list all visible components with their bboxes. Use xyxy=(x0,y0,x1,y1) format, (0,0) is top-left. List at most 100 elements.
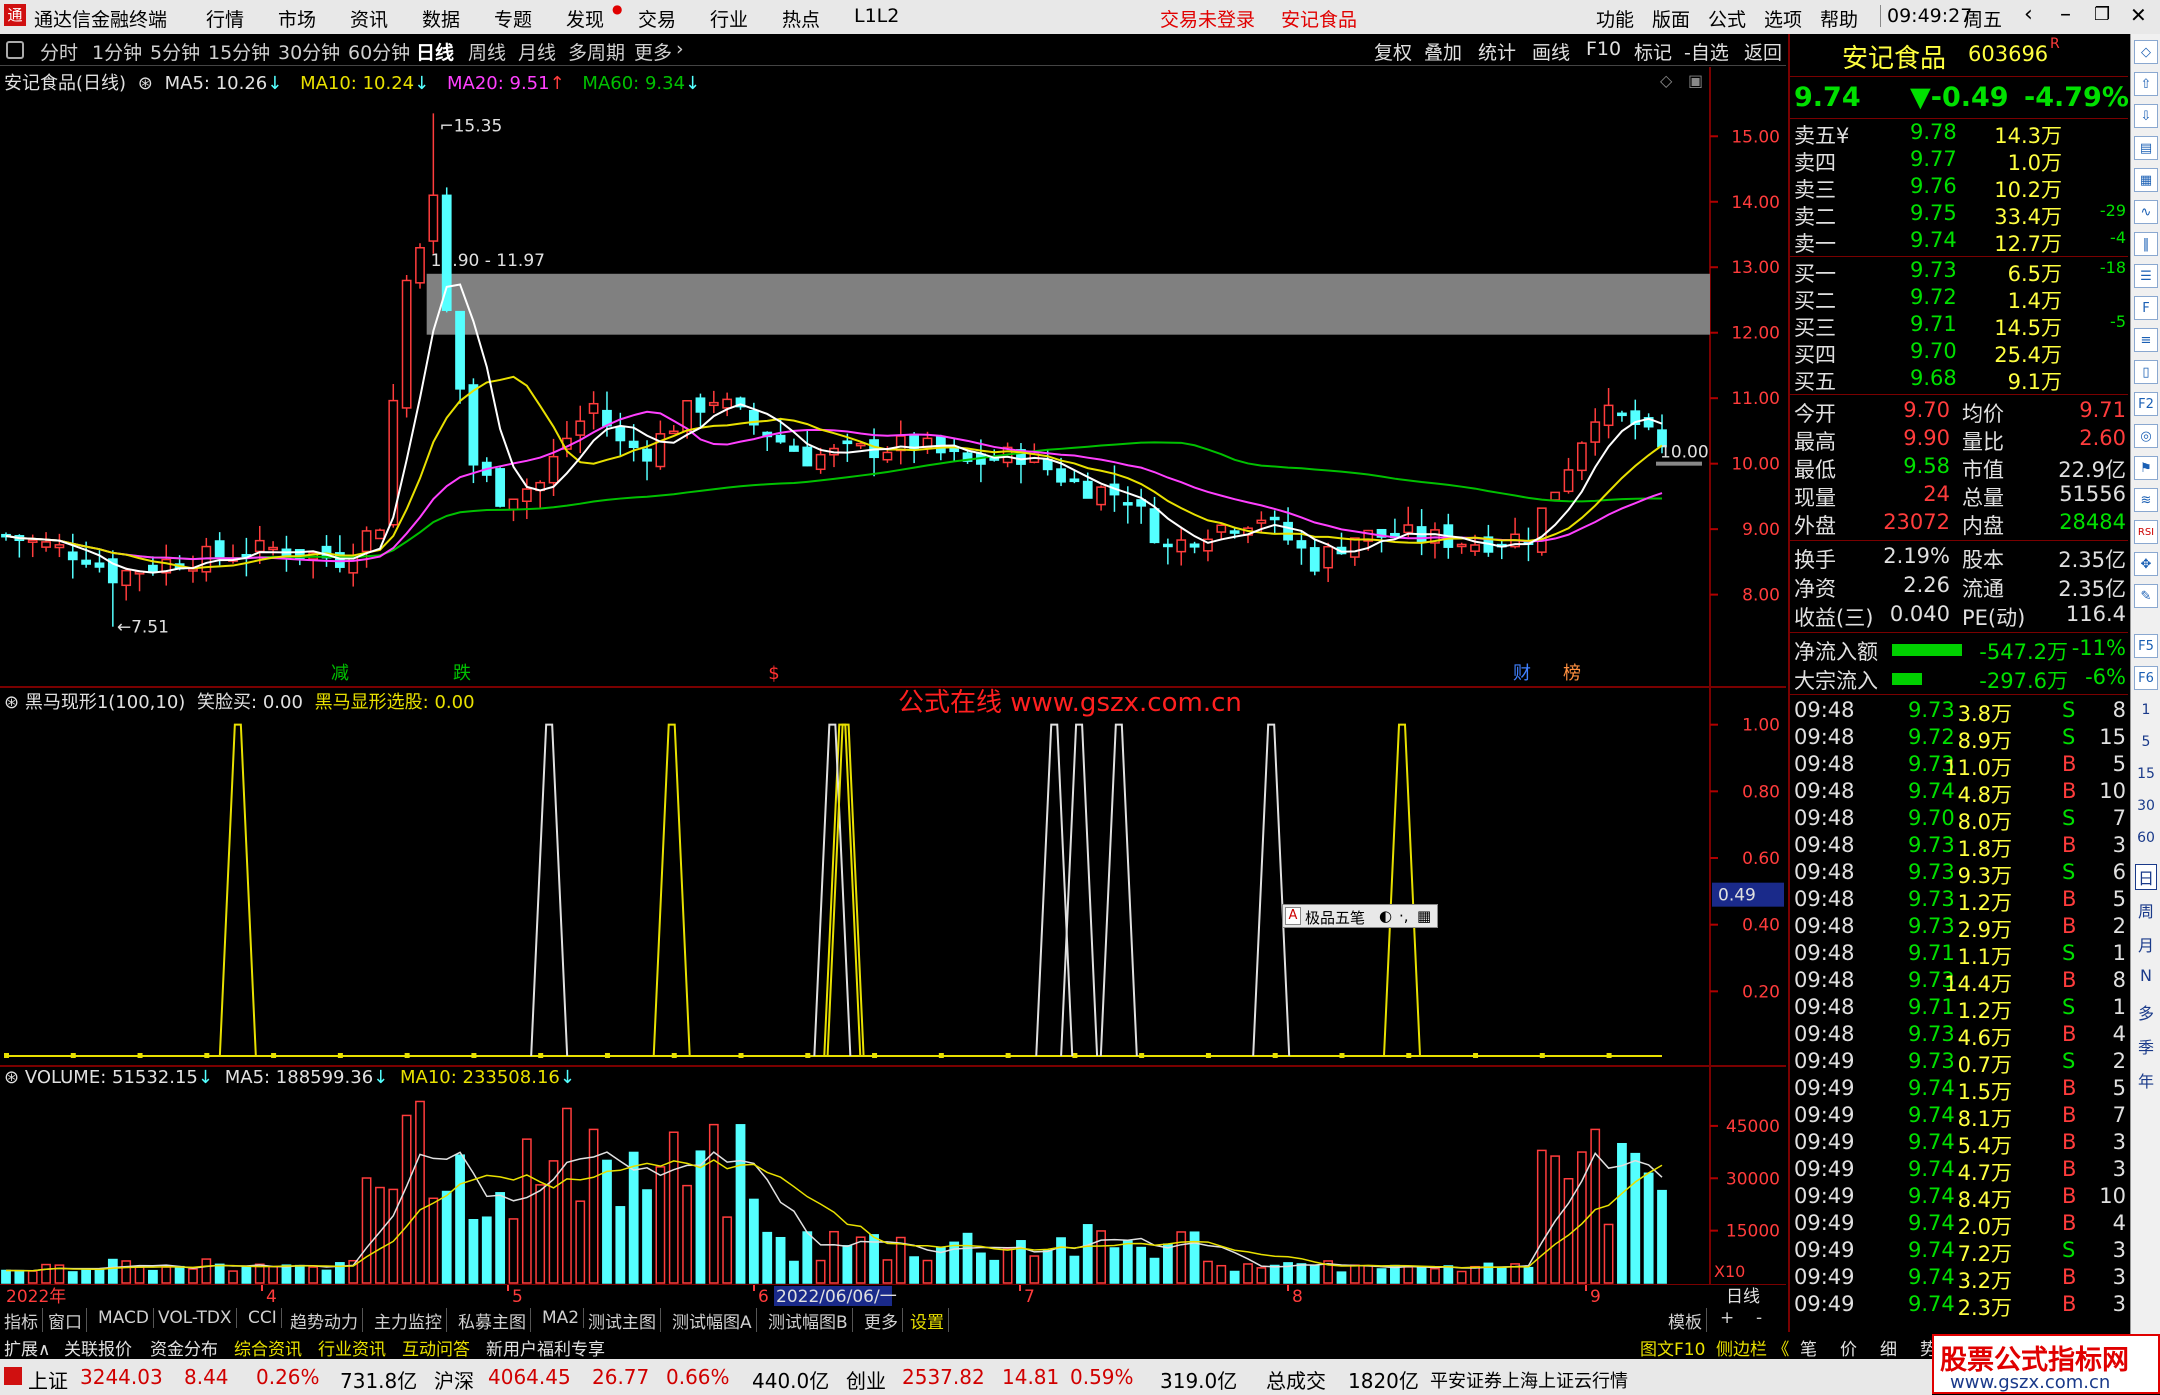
tab-simu[interactable]: 私募主图 xyxy=(454,1308,531,1333)
menu-item-gongneng[interactable]: 功能 xyxy=(1596,5,1634,32)
tab-f10-graphic[interactable]: 图文F10 xyxy=(1640,1335,1705,1360)
sidebar-season[interactable]: 季 xyxy=(2135,1034,2157,1058)
f6-icon[interactable]: F6 xyxy=(2134,666,2158,690)
period-tab-daily[interactable]: 日线 xyxy=(416,38,454,65)
tab-new-user[interactable]: 新用户福利专享 xyxy=(486,1335,605,1360)
wave-icon[interactable]: ≋ xyxy=(2134,488,2158,512)
toolbar-diejia-button[interactable]: 叠加 xyxy=(1424,38,1462,65)
menu-item-jiaoyi[interactable]: 交易 xyxy=(638,5,676,32)
tab-remove[interactable]: - xyxy=(1752,1308,1766,1328)
tab-ma2[interactable]: MA2 xyxy=(538,1308,585,1328)
tab-xi[interactable]: 细 xyxy=(1880,1335,1897,1360)
volume-chart[interactable]: 45000 30000 15000 X10 xyxy=(0,1067,1786,1285)
tab-zhuli[interactable]: 主力监控 xyxy=(370,1308,447,1333)
menu-item-redian[interactable]: 热点 xyxy=(782,5,820,32)
menu-item-bangzhu[interactable]: 帮助 xyxy=(1820,5,1858,32)
period-30-label[interactable]: 30 xyxy=(2135,798,2157,814)
toolbar-fuquan-button[interactable]: 复权 xyxy=(1374,38,1412,65)
indicator-panel[interactable]: ⊛ 黑马现形1(100,10) 笑脸买: 0.00 黑马显形选股: 0.00 公… xyxy=(0,688,1786,1066)
ime-punct-icon[interactable]: ·, xyxy=(1399,907,1409,925)
flag-icon[interactable]: ⚑ xyxy=(2134,456,2158,480)
tab-test-main[interactable]: 测试主图 xyxy=(584,1308,661,1333)
tab-test-b[interactable]: 测试幅图B xyxy=(764,1308,853,1333)
f5-icon[interactable]: F5 xyxy=(2134,634,2158,658)
menu-item-zixun[interactable]: 资讯 xyxy=(350,5,388,32)
line-chart-icon[interactable]: ∿ xyxy=(2134,200,2158,224)
collapse-up-icon[interactable]: ◇ xyxy=(2134,40,2158,64)
report-icon[interactable]: ▤ xyxy=(2134,136,2158,160)
doc-icon[interactable]: ▯ xyxy=(2134,360,2158,384)
period-tab-5min[interactable]: 5分钟 xyxy=(150,38,200,65)
tab-jia[interactable]: 价 xyxy=(1840,1335,1857,1360)
list-icon[interactable]: ≡ xyxy=(2134,328,2158,352)
toolbar-biaoji-button[interactable]: 标记 xyxy=(1634,38,1672,65)
period-15-label[interactable]: 15 xyxy=(2135,766,2157,782)
grid-icon[interactable]: ▦ xyxy=(2134,168,2158,192)
menu-item-hangqing[interactable]: 行情 xyxy=(206,5,244,32)
sidebar-year[interactable]: 年 xyxy=(2135,1068,2157,1092)
tab-cci[interactable]: CCI xyxy=(244,1308,282,1328)
sidebar-day[interactable]: 日 xyxy=(2135,864,2157,890)
f10-icon[interactable]: F xyxy=(2134,296,2158,320)
arrow-up-icon[interactable]: ⇧ xyxy=(2134,72,2158,96)
close-icon[interactable]: ✕ xyxy=(2130,3,2147,27)
tab-sidebar-toggle[interactable]: 侧边栏 《 xyxy=(1716,1335,1789,1360)
toolbar-huaxian-button[interactable]: 画线 xyxy=(1532,38,1570,65)
menu-item-zhuanti[interactable]: 专题 xyxy=(494,5,532,32)
period-tab-multi[interactable]: 多周期 xyxy=(568,38,625,65)
menu-item-shuju[interactable]: 数据 xyxy=(422,5,460,32)
sidebar-multi[interactable]: 多 xyxy=(2135,1000,2157,1024)
tab-bi[interactable]: 笔 xyxy=(1800,1335,1817,1360)
tab-template[interactable]: 模板 xyxy=(1664,1308,1707,1333)
move-icon[interactable]: ✥ xyxy=(2134,552,2158,576)
candle-icon[interactable]: ‖ xyxy=(2134,232,2158,256)
ime-mode-icon[interactable]: A xyxy=(1285,907,1301,925)
period-tab-1min[interactable]: 1分钟 xyxy=(92,38,142,65)
period-tab-monthly[interactable]: 月线 xyxy=(518,38,556,65)
sidebar-n[interactable]: N xyxy=(2135,966,2157,985)
period-5-label[interactable]: 5 xyxy=(2135,734,2157,750)
period-tab-more[interactable]: 更多 xyxy=(634,38,672,65)
tab-expand[interactable]: 扩展∧ xyxy=(4,1335,50,1360)
tab-qa[interactable]: 互动问答 xyxy=(402,1335,470,1360)
menu-item-faxian[interactable]: 发现 xyxy=(566,5,604,32)
tab-zhibiao[interactable]: 指标 xyxy=(0,1308,43,1333)
broker-name[interactable]: 平安证券上海上证云行情 xyxy=(1430,1367,1628,1393)
cy-label[interactable]: 创业 xyxy=(846,1365,886,1394)
volume-panel[interactable]: ⊛ VOLUME: 51532.15↓ MA5: 188599.36↓ MA10… xyxy=(0,1067,1786,1285)
ime-keyboard-icon[interactable]: ▦ xyxy=(1417,907,1431,925)
toolbar-tongji-button[interactable]: 统计 xyxy=(1478,38,1516,65)
compass-icon[interactable]: ◎ xyxy=(2134,424,2158,448)
tab-related-quotes[interactable]: 关联报价 xyxy=(64,1335,132,1360)
period-60-label[interactable]: 60 xyxy=(2135,830,2157,846)
collapse-toolbar-icon[interactable] xyxy=(6,41,24,59)
sidebar-month[interactable]: 月 xyxy=(2135,932,2157,956)
rsi-icon[interactable]: RSI xyxy=(2134,520,2158,544)
tick-list[interactable]: 09:48 9.73 3.8万 S 8 09:48 9.72 8.9万 S 15 09:48 9.73… xyxy=(1790,698,2128,1338)
tab-settings[interactable]: 设置 xyxy=(906,1308,949,1333)
table-icon[interactable]: ☰ xyxy=(2134,264,2158,288)
tab-general-news[interactable]: 综合资讯 xyxy=(234,1335,302,1360)
tab-qushi[interactable]: 趋势动力 xyxy=(286,1308,363,1333)
indicator-chart[interactable]: 1.00 0.80 0.60 0.40 0.20 0.49 xyxy=(0,688,1786,1066)
menu-item-xuanxiang[interactable]: 选项 xyxy=(1764,5,1802,32)
sidebar-week[interactable]: 周 xyxy=(2135,898,2157,922)
sh-label[interactable]: 上证 xyxy=(28,1365,68,1394)
menu-item-l1l2[interactable]: L1L2 xyxy=(854,5,899,27)
chevron-right-icon[interactable]: › xyxy=(676,38,684,60)
tab-add[interactable]: + xyxy=(1716,1308,1738,1328)
tab-fund-dist[interactable]: 资金分布 xyxy=(150,1335,218,1360)
menu-item-banmian[interactable]: 版面 xyxy=(1652,5,1690,32)
period-tab-60min[interactable]: 60分钟 xyxy=(348,38,410,65)
arrow-down-icon[interactable]: ⇩ xyxy=(2134,104,2158,128)
tab-vol-tdx[interactable]: VOL-TDX xyxy=(154,1308,237,1328)
back-arrow-icon[interactable]: ‹ xyxy=(2024,2,2033,27)
toolbar-zixuan-button[interactable]: -自选 xyxy=(1684,38,1729,65)
tab-chuangkou[interactable]: 窗口 xyxy=(44,1308,87,1333)
pencil-icon[interactable]: ✎ xyxy=(2134,584,2158,608)
toolbar-f10-button[interactable]: F10 xyxy=(1586,38,1621,60)
trade-login-status[interactable]: 交易未登录 xyxy=(1160,5,1255,32)
minimize-icon[interactable]: – xyxy=(2060,2,2071,27)
tab-macd[interactable]: MACD xyxy=(94,1308,154,1328)
period-tab-weekly[interactable]: 周线 xyxy=(468,38,506,65)
